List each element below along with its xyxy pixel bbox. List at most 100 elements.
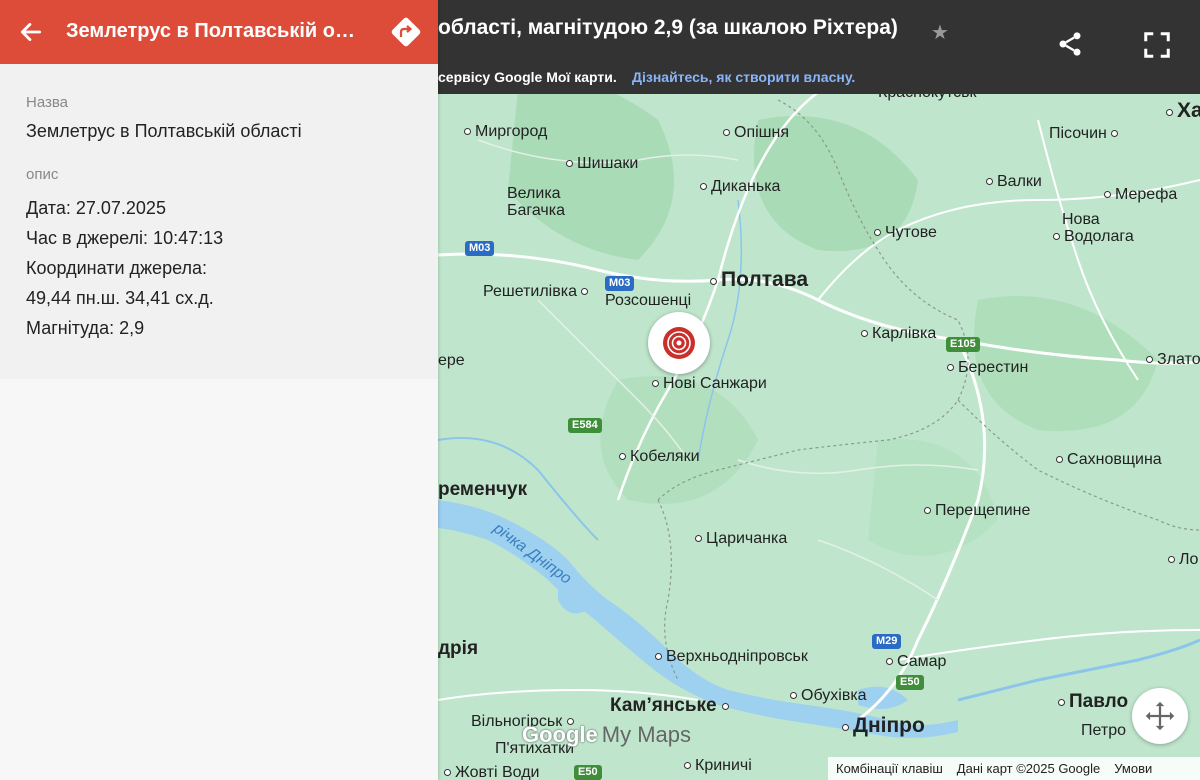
place-chutove: Чутове <box>874 224 937 242</box>
city-dot <box>652 380 659 387</box>
map-footer: Комбінації клавіш Дані карт ©2025 Google… <box>828 757 1200 780</box>
city-dot <box>1166 109 1173 116</box>
place-zlato: Злато <box>1146 351 1200 369</box>
place-velyka: Велика <box>507 185 561 202</box>
google-logo: Google <box>522 722 598 747</box>
place-label: Пісочин <box>1049 125 1107 142</box>
city-dot <box>464 128 471 135</box>
city-dot <box>710 278 717 285</box>
recenter-button[interactable] <box>1132 688 1188 744</box>
place-kobeliaky: Кобеляки <box>619 448 700 466</box>
place-opishnia: Опішня <box>723 124 789 142</box>
place-pereshchepyne: Перещепине <box>924 502 1030 520</box>
city-dot <box>1056 456 1063 463</box>
city-dot <box>700 183 707 190</box>
place-label: Решетилівка <box>483 283 577 300</box>
city-dot <box>924 507 931 514</box>
place-kamianske: Кам’янське <box>610 696 733 715</box>
city-dot <box>842 724 849 731</box>
feature-details-panel: Землетрус в Полтавській обл... Назва Зем… <box>0 0 438 780</box>
place-pavlohrad: Павло <box>1058 692 1128 711</box>
city-dot <box>1146 356 1153 363</box>
city-dot <box>986 178 993 185</box>
place-label: Царичанка <box>706 530 788 547</box>
star-icon[interactable]: ★ <box>931 20 949 45</box>
city-dot <box>1058 699 1065 706</box>
road-shield-m29: M29 <box>872 634 902 649</box>
place-lo: Ло <box>1168 551 1198 569</box>
place-sakhnovshchyna: Сахновщина <box>1056 451 1162 469</box>
place-reshetylivka: Решетилівка <box>483 283 592 301</box>
directions-icon[interactable] <box>388 14 424 50</box>
keyboard-shortcuts-link[interactable]: Комбінації клавіш <box>836 761 943 776</box>
place-label: Дніпро <box>853 714 925 737</box>
place-label: Нові Санжари <box>663 375 767 392</box>
fullscreen-icon[interactable] <box>1142 30 1172 60</box>
place-kremenchuk: ременчук <box>438 479 528 500</box>
city-dot <box>684 762 691 769</box>
place-label: Чутове <box>885 224 937 241</box>
description-value: Дата: 27.07.2025 Час в джерелі: 10:47:13… <box>26 198 224 338</box>
place-label: Обухівка <box>801 687 867 704</box>
city-dot <box>566 160 573 167</box>
road-shield-e584: E584 <box>568 418 602 433</box>
place-label: Ло <box>1179 551 1199 568</box>
city-dot <box>695 535 702 542</box>
place-vodolaha: Водолага <box>1053 228 1134 246</box>
panel-header: Землетрус в Полтавській обл... <box>0 0 438 64</box>
place-kharkiv: Ха <box>1166 99 1200 122</box>
panel-title: Землетрус в Полтавській обл... <box>66 20 366 42</box>
place-shyshaky: Шишаки <box>566 155 638 173</box>
place-label: Опішня <box>734 124 789 141</box>
place-poltava: Полтава <box>710 269 808 290</box>
place-berestyn: Берестин <box>947 359 1028 377</box>
city-dot <box>1111 130 1119 137</box>
road-shield-m03: M03 <box>465 241 495 256</box>
place-label: Злато <box>1157 351 1200 368</box>
place-label: Берестин <box>958 359 1029 376</box>
terms-link[interactable]: Умови <box>1114 761 1152 776</box>
city-dot <box>874 229 881 236</box>
place-myrhorod: Миргород <box>464 123 547 141</box>
place-rozsoshentsi: Розсошенці <box>605 292 692 309</box>
place-label: Ха <box>1177 99 1200 122</box>
place-tsarychanka: Царичанка <box>695 530 787 548</box>
share-icon[interactable] <box>1056 30 1084 58</box>
place-label: Мерефа <box>1115 186 1178 203</box>
place-obukhivka: Обухівка <box>790 687 867 705</box>
place-nova: Нова <box>1062 211 1100 228</box>
create-map-link[interactable]: Дізнайтесь, як створити власну. <box>632 69 855 85</box>
place-zhovti-vody: Жовті Води <box>444 764 539 780</box>
map-base-layer <box>438 78 1200 738</box>
city-dot <box>1168 556 1175 563</box>
panel-details: Назва Землетрус в Полтавській області оп… <box>0 64 438 379</box>
place-label: Самар <box>897 653 947 670</box>
place-petropavlivka: Петро <box>1081 722 1126 739</box>
place-bahachka: Багачка <box>507 202 566 219</box>
city-dot <box>1104 191 1111 198</box>
panel-empty-area <box>0 379 438 780</box>
place-label: Шишаки <box>577 155 639 172</box>
road-shield-m03: M03 <box>605 276 635 291</box>
place-dnipro: Дніпро <box>842 714 925 737</box>
place-label: Криничі <box>695 757 752 774</box>
place-oleksandriia: дрія <box>438 638 479 659</box>
place-label: Диканька <box>711 178 781 195</box>
map-title-bar: області, магнітудою 2,9 (за шкалою Ріхте… <box>438 0 1200 64</box>
city-dot <box>444 769 451 776</box>
map-title: області, магнітудою 2,9 (за шкалою Ріхте… <box>438 16 898 39</box>
city-dot <box>861 330 868 337</box>
place-merefa: Мерефа <box>1104 186 1177 204</box>
road-shield-e50: E50 <box>574 765 602 780</box>
place-label: Верхньодніпровськ <box>666 648 808 665</box>
earthquake-marker[interactable] <box>648 312 710 374</box>
place-verkhnodniprovsk: Верхньодніпровськ <box>655 648 808 666</box>
recenter-cross-icon <box>1145 701 1175 731</box>
road-shield-e105: E105 <box>946 337 980 352</box>
map-canvas[interactable]: Краснокутськ Миргород Опішня Шишаки Дика… <box>438 0 1200 780</box>
place-label: Карлівка <box>872 325 937 342</box>
city-dot <box>619 453 626 460</box>
arrow-left-icon[interactable] <box>18 19 44 45</box>
road-shield-e50: E50 <box>896 675 924 690</box>
city-dot <box>721 703 729 710</box>
